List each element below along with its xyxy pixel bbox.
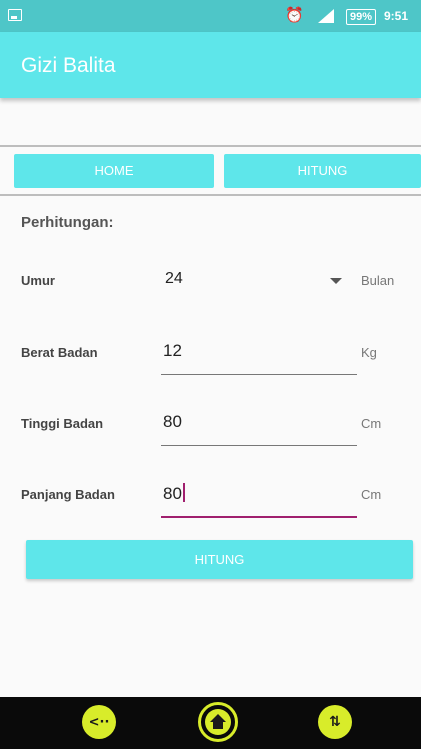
status-bar: ⏰ 99% 9:51 [0, 0, 421, 32]
berat-label: Berat Badan [21, 345, 98, 360]
berat-input-underline [161, 374, 357, 375]
umur-dropdown-value[interactable]: 24 [165, 270, 183, 288]
divider [0, 194, 421, 196]
panjang-unit: Cm [361, 487, 382, 502]
battery-indicator: 99% [346, 9, 377, 25]
berat-unit: Kg [361, 345, 377, 360]
menu-icon[interactable]: ⇅ [318, 705, 352, 739]
panjang-label: Panjang Badan [21, 487, 115, 502]
signal-icon [318, 9, 334, 23]
system-nav-bar: <·· ⇅ [0, 697, 421, 749]
section-title: Perhitungan: [21, 214, 114, 231]
hitung-tab-button[interactable]: HITUNG [224, 154, 421, 188]
umur-label: Umur [21, 273, 55, 288]
app-bar: Gizi Balita [0, 32, 421, 98]
tinggi-input-underline [161, 445, 357, 446]
dropdown-arrow-icon[interactable] [330, 278, 342, 284]
app-title: Gizi Balita [21, 54, 116, 77]
panjang-input[interactable]: 80 [163, 483, 185, 504]
hitung-button[interactable]: HITUNG [26, 540, 413, 579]
image-notification-icon [8, 9, 22, 21]
clock: 9:51 [384, 9, 409, 23]
panjang-input-underline [161, 516, 357, 518]
tinggi-unit: Cm [361, 416, 382, 431]
divider [0, 145, 421, 147]
home-icon[interactable] [198, 702, 238, 742]
tinggi-input[interactable]: 80 [163, 412, 182, 432]
text-cursor [182, 483, 185, 502]
house-icon [205, 709, 231, 735]
back-icon[interactable]: <·· [82, 705, 116, 739]
alarm-icon: ⏰ [285, 6, 304, 24]
home-button[interactable]: HOME [14, 154, 214, 188]
panjang-input-text: 80 [163, 484, 182, 503]
berat-input[interactable]: 12 [163, 341, 182, 361]
umur-unit: Bulan [361, 273, 395, 288]
tinggi-label: Tinggi Badan [21, 416, 104, 431]
